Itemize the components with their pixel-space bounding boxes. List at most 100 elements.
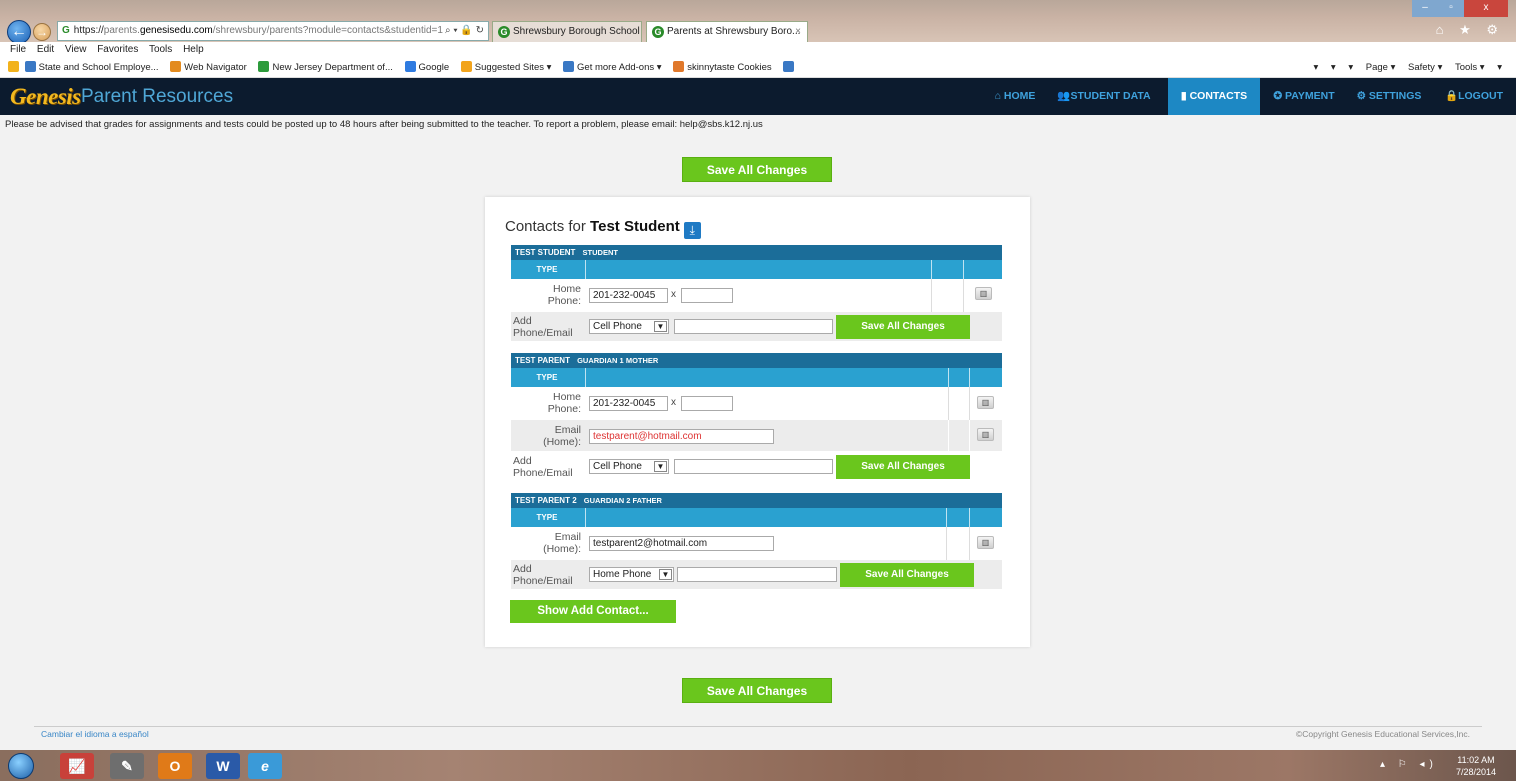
extension-field[interactable] bbox=[681, 288, 733, 303]
page-menu[interactable]: Page ▾ bbox=[1366, 62, 1396, 73]
column-divider bbox=[585, 368, 586, 387]
new-contact-value-field[interactable] bbox=[677, 567, 837, 582]
close-window-button[interactable]: x bbox=[1464, 0, 1508, 17]
start-button[interactable] bbox=[8, 753, 34, 779]
type-header-row: TYPE bbox=[511, 508, 1002, 527]
favorite-link[interactable]: Suggested Sites ▾ bbox=[460, 61, 552, 73]
home-favorites-settings-icon[interactable]: ⌂ ★ ⚙ bbox=[1436, 22, 1504, 38]
column-divider bbox=[963, 279, 964, 312]
internet-explorer-icon[interactable]: e bbox=[248, 753, 282, 779]
favorite-link[interactable]: skinnytaste Cookies bbox=[673, 61, 772, 73]
favorite-link[interactable]: Web Navigator bbox=[170, 61, 247, 73]
detail-label: Add Phone/Email bbox=[513, 563, 573, 587]
home-phone-field[interactable]: 201-232-0045 bbox=[589, 396, 668, 411]
label-line-1: Email bbox=[554, 531, 581, 543]
maximize-button[interactable]: ▫ bbox=[1438, 0, 1464, 17]
window-controls: – ▫ x bbox=[1412, 0, 1508, 18]
column-divider bbox=[948, 420, 949, 452]
delete-icon[interactable]: ▥ bbox=[977, 536, 994, 549]
excel-icon[interactable]: 📈 bbox=[60, 753, 94, 779]
genesis-logo[interactable]: Genesis bbox=[10, 84, 81, 110]
nav-contacts[interactable]: ▮ CONTACTS bbox=[1168, 78, 1260, 115]
outlook-icon[interactable]: O bbox=[158, 753, 192, 779]
label-line-1: Add bbox=[513, 315, 532, 327]
page-icon bbox=[563, 61, 575, 72]
type-header-row: TYPE bbox=[511, 260, 1002, 279]
safety-menu[interactable]: Safety ▾ bbox=[1408, 62, 1442, 73]
forward-button[interactable]: → bbox=[33, 23, 51, 41]
label-line-1: Add bbox=[513, 563, 532, 575]
favorite-link[interactable]: Get more Add-ons ▾ bbox=[563, 61, 662, 73]
tools-menu[interactable]: Tools ▾ bbox=[1455, 62, 1485, 73]
favorites-star-icon[interactable] bbox=[8, 61, 19, 72]
address-bar[interactable]: Ghttps://parents.genesisedu.com/shrewsbu… bbox=[57, 21, 489, 41]
save-all-changes-button[interactable]: Save All Changes bbox=[840, 563, 974, 587]
contact-name: TEST PARENT 2 bbox=[515, 496, 577, 505]
back-button[interactable]: ← bbox=[7, 20, 31, 44]
nav-student-data[interactable]: 👥STUDENT DATA bbox=[1048, 78, 1160, 115]
nav-payment[interactable]: ✪ PAYMENT bbox=[1264, 78, 1344, 115]
contact-type-select[interactable]: Cell Phone ▼ bbox=[589, 319, 669, 334]
delete-icon[interactable]: ▥ bbox=[977, 428, 994, 441]
clock-time: 11:02 AM bbox=[1457, 755, 1495, 765]
print-dropdown-icon[interactable]: ▾ bbox=[1348, 62, 1353, 73]
app-title: Parent Resources bbox=[81, 86, 234, 107]
detail-label: Home Phone: bbox=[511, 283, 581, 307]
delete-icon[interactable]: ▥ bbox=[975, 287, 992, 300]
chevron-down-icon: ▼ bbox=[654, 321, 667, 332]
extension-separator: x bbox=[671, 289, 676, 300]
contact-header: TEST STUDENT STUDENT bbox=[511, 245, 1002, 260]
nav-settings[interactable]: ⚙ SETTINGS bbox=[1348, 78, 1430, 115]
word-icon[interactable]: W bbox=[206, 753, 240, 779]
pdf-icon[interactable]: ⤓ bbox=[683, 222, 701, 239]
minimize-button[interactable]: – bbox=[1412, 0, 1438, 17]
help-dropdown-icon[interactable]: ▾ bbox=[1497, 62, 1502, 73]
save-all-changes-button[interactable]: Save All Changes bbox=[836, 315, 970, 339]
web-navigator-icon bbox=[170, 61, 182, 72]
home-phone-field[interactable]: 201-232-0045 bbox=[589, 288, 668, 303]
column-divider bbox=[946, 527, 947, 560]
language-link[interactable]: Cambiar el idioma a español bbox=[41, 729, 149, 739]
type-column-header: TYPE bbox=[536, 373, 558, 382]
menu-edit[interactable]: Edit bbox=[37, 44, 54, 55]
column-divider bbox=[946, 508, 947, 527]
tray-icons[interactable]: ▴ ⚐ ◂) bbox=[1380, 759, 1438, 770]
save-all-changes-button[interactable]: Save All Changes bbox=[836, 455, 970, 479]
save-all-changes-bottom-button[interactable]: Save All Changes bbox=[682, 678, 832, 703]
new-contact-value-field[interactable] bbox=[674, 459, 833, 474]
new-contact-value-field[interactable] bbox=[674, 319, 833, 334]
type-column-header: TYPE bbox=[536, 265, 558, 274]
contact-roles: STUDENT bbox=[582, 248, 618, 257]
address-bar-actions-icon[interactable]: ⌕ ▾ 🔒 ↻ bbox=[445, 22, 484, 40]
favorite-label: Suggested Sites ▾ bbox=[474, 62, 552, 73]
contact-type-select[interactable]: Home Phone ▼ bbox=[589, 567, 674, 582]
menu-tools[interactable]: Tools bbox=[149, 44, 172, 55]
menu-help[interactable]: Help bbox=[183, 44, 204, 55]
browser-tab-parents[interactable]: G Parents at Shrewsbury Boro... × bbox=[646, 21, 808, 42]
menu-view[interactable]: View bbox=[65, 44, 87, 55]
browser-tab-shrewsbury[interactable]: G Shrewsbury Borough School bbox=[492, 21, 642, 42]
favorite-link[interactable]: New Jersey Department of... bbox=[258, 61, 393, 73]
snipping-tool-icon[interactable]: ✎ bbox=[110, 753, 144, 779]
email-field[interactable]: testparent@hotmail.com bbox=[589, 429, 774, 444]
delete-icon[interactable]: ▥ bbox=[977, 396, 994, 409]
feeds-dropdown-icon[interactable]: ▾ bbox=[1331, 62, 1336, 73]
nav-logout[interactable]: 🔒LOGOUT bbox=[1438, 78, 1510, 115]
tab-close-icon[interactable]: × bbox=[795, 22, 801, 42]
favorite-link[interactable]: State and School Employe... bbox=[24, 61, 159, 73]
show-add-contact-button[interactable]: Show Add Contact... bbox=[510, 600, 676, 623]
favorite-link[interactable]: Google bbox=[404, 61, 449, 73]
menu-file[interactable]: File bbox=[10, 44, 26, 55]
page-icon[interactable] bbox=[783, 61, 795, 72]
clock[interactable]: 11:02 AM 7/28/2014 bbox=[1456, 754, 1496, 778]
type-header-row: TYPE bbox=[511, 368, 1002, 387]
menu-favorites[interactable]: Favorites bbox=[97, 44, 138, 55]
extension-field[interactable] bbox=[681, 396, 733, 411]
contact-type-select[interactable]: Cell Phone ▼ bbox=[589, 459, 669, 474]
favorite-label: Get more Add-ons ▾ bbox=[577, 62, 662, 73]
save-all-changes-top-button[interactable]: Save All Changes bbox=[682, 157, 832, 182]
email-field[interactable]: testparent2@hotmail.com bbox=[589, 536, 774, 551]
nav-home[interactable]: ⌂ HOME bbox=[987, 78, 1043, 115]
home-dropdown-icon[interactable]: ▾ bbox=[1313, 62, 1318, 73]
favorite-label: New Jersey Department of... bbox=[272, 62, 393, 73]
